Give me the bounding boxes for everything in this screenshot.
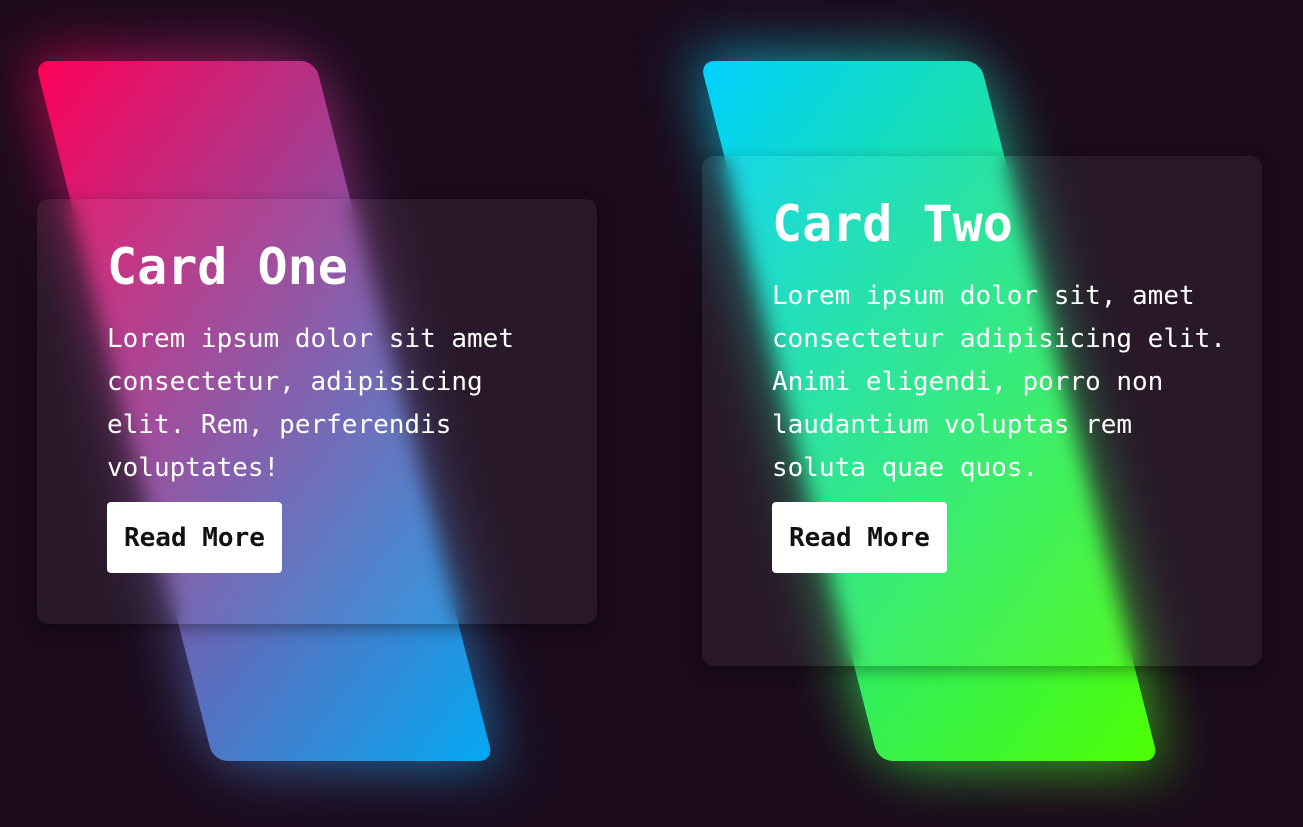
card-two-text: Lorem ipsum dolor sit, amet consectetur … bbox=[772, 281, 1226, 483]
cards-container: Card One Lorem ipsum dolor sit amet cons… bbox=[0, 0, 1303, 827]
card-one-content-panel: Card One Lorem ipsum dolor sit amet cons… bbox=[37, 199, 597, 624]
card-one-read-more-button[interactable]: Read More bbox=[107, 502, 282, 573]
card-two-read-more-button[interactable]: Read More bbox=[772, 502, 947, 573]
card-one-title: Card One bbox=[107, 238, 348, 296]
card-one-text: Lorem ipsum dolor sit amet consectetur, … bbox=[107, 324, 514, 483]
card-two: Card Two Lorem ipsum dolor sit, amet con… bbox=[665, 0, 1285, 827]
card-two-title: Card Two bbox=[772, 195, 1013, 253]
card-one: Card One Lorem ipsum dolor sit amet cons… bbox=[0, 0, 620, 827]
card-two-content-panel: Card Two Lorem ipsum dolor sit, amet con… bbox=[702, 156, 1262, 666]
